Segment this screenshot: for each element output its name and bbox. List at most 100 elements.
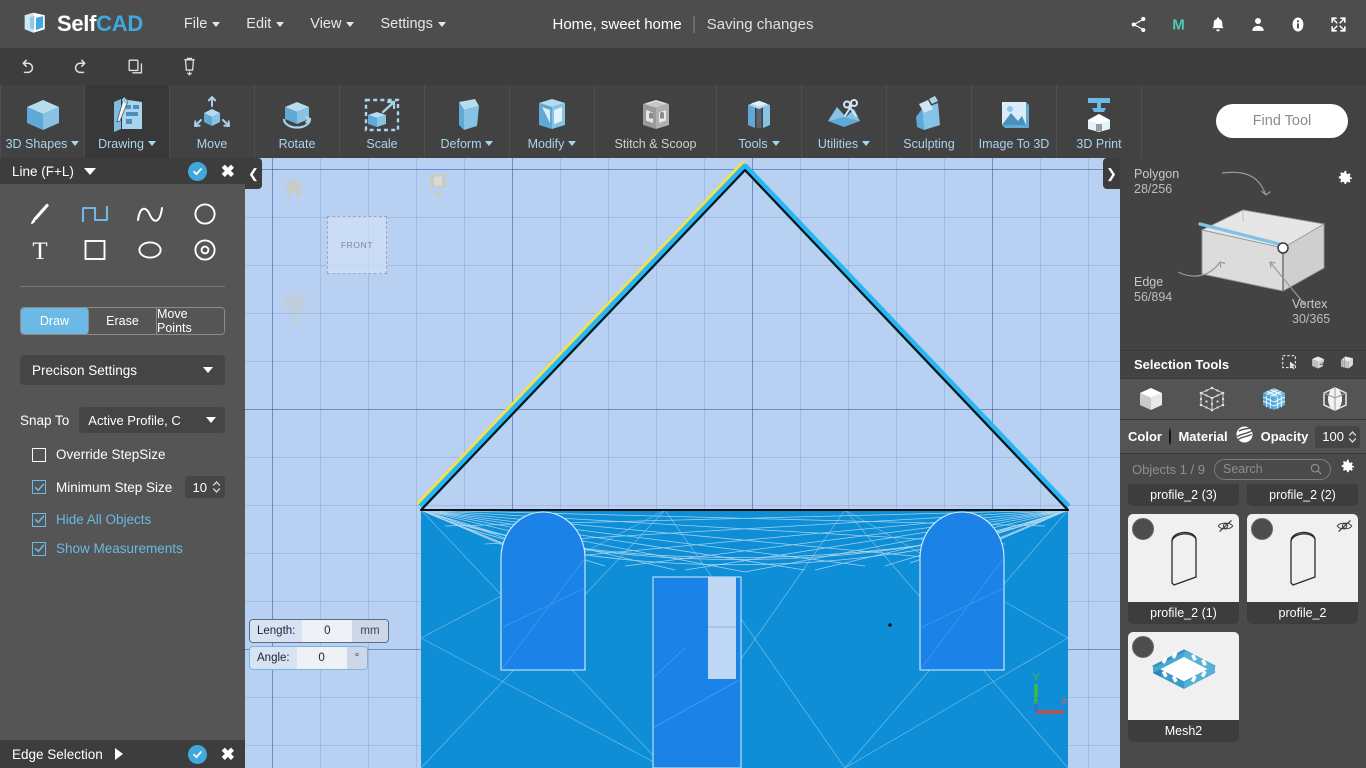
orbit-navigation-icon[interactable] bbox=[283, 291, 307, 332]
fullscreen-icon[interactable] bbox=[1328, 14, 1348, 34]
user-account-icon[interactable] bbox=[1248, 14, 1268, 34]
option-override-stepsize[interactable]: Override StepSize bbox=[32, 447, 225, 462]
close-x-icon[interactable]: ✖ bbox=[221, 163, 235, 180]
visibility-hidden-eye-icon[interactable] bbox=[1336, 519, 1353, 538]
object-mode-icon[interactable] bbox=[1128, 382, 1174, 416]
edge-selection-confirm-check-icon[interactable] bbox=[187, 744, 207, 764]
panel-collapse-triangle-icon[interactable] bbox=[83, 167, 96, 175]
tool-modify[interactable]: Modify bbox=[510, 85, 595, 158]
share-icon[interactable] bbox=[1128, 14, 1148, 34]
snap-to-dropdown[interactable]: Active Profile, C bbox=[79, 407, 225, 433]
tool-drawing[interactable]: Drawing bbox=[85, 85, 170, 158]
undo-button[interactable] bbox=[0, 48, 54, 85]
rectangle-select-icon[interactable] bbox=[1281, 354, 1298, 376]
show-measurements-checkbox[interactable] bbox=[32, 541, 46, 556]
delete-button[interactable] bbox=[162, 48, 216, 85]
concentric-circle-icon[interactable] bbox=[178, 234, 233, 266]
tool-move[interactable]: Move bbox=[170, 85, 255, 158]
objects-settings-gear-icon[interactable] bbox=[1340, 459, 1356, 480]
list-item[interactable]: profile_2 (1) bbox=[1128, 514, 1239, 624]
hide-all-objects-label: Hide All Objects bbox=[56, 512, 152, 527]
menu-file[interactable]: File bbox=[171, 10, 233, 38]
tool-sculpting[interactable]: Sculpting bbox=[887, 85, 972, 158]
edge-selection-close-x-icon[interactable]: ✖ bbox=[221, 746, 235, 763]
circle-icon[interactable] bbox=[178, 198, 233, 230]
collapse-right-panel-button[interactable]: ❯ bbox=[1103, 158, 1120, 189]
tool-3d-shapes[interactable]: 3D Shapes bbox=[0, 85, 85, 158]
document-title[interactable]: Home, sweet home bbox=[553, 16, 694, 33]
object-name: profile_2 bbox=[1247, 602, 1358, 624]
mode-erase-button[interactable]: Erase bbox=[89, 308, 157, 334]
length-value[interactable]: 0 bbox=[302, 620, 353, 642]
edge-label: Edge bbox=[1134, 275, 1164, 289]
vertex-mode-icon[interactable] bbox=[1189, 382, 1235, 416]
panel-expand-triangle-icon[interactable] bbox=[114, 748, 123, 760]
find-tool-input[interactable]: Find Tool bbox=[1216, 104, 1348, 138]
copy-button[interactable] bbox=[108, 48, 162, 85]
object-select-radio[interactable] bbox=[1132, 636, 1154, 658]
option-show-measurements[interactable]: Show Measurements bbox=[32, 541, 225, 556]
menu-view[interactable]: View bbox=[297, 10, 367, 38]
selfcad-logo[interactable]: SelfCAD bbox=[22, 10, 143, 38]
tool-scale[interactable]: Scale bbox=[340, 85, 425, 158]
svg-text:T: T bbox=[32, 238, 47, 263]
object-select-radio[interactable] bbox=[1132, 518, 1154, 540]
lasso-select-icon[interactable] bbox=[1338, 354, 1356, 376]
tool-image-to-3d[interactable]: Image To 3D bbox=[972, 85, 1057, 158]
objects-search-input[interactable]: Search bbox=[1213, 458, 1331, 480]
angle-measurement[interactable]: Angle: 0 ° bbox=[249, 646, 369, 670]
polygon-mode-icon[interactable] bbox=[1251, 382, 1297, 416]
left-panel-title: Line (F+L) bbox=[12, 163, 74, 179]
polyline-icon[interactable] bbox=[67, 198, 122, 230]
tool-deform[interactable]: Deform bbox=[425, 85, 510, 158]
menu-edit[interactable]: Edit bbox=[233, 10, 297, 38]
rectangle-icon[interactable] bbox=[67, 234, 122, 266]
edge-mode-icon[interactable] bbox=[1312, 382, 1358, 416]
material-sphere-icon[interactable] bbox=[1235, 425, 1254, 449]
list-item[interactable]: profile_2 bbox=[1247, 514, 1358, 624]
object-select-radio[interactable] bbox=[1251, 518, 1273, 540]
menu-settings[interactable]: Settings bbox=[367, 10, 458, 38]
minimum-step-size-checkbox[interactable] bbox=[32, 480, 46, 494]
object-thumbnail bbox=[1128, 514, 1239, 602]
ellipse-icon[interactable] bbox=[123, 234, 178, 266]
opacity-stepper[interactable]: 100 bbox=[1315, 425, 1360, 448]
confirm-check-icon[interactable] bbox=[187, 161, 207, 181]
tool-tools[interactable]: Tools bbox=[717, 85, 802, 158]
material-m-icon[interactable]: M bbox=[1168, 14, 1188, 34]
edge-selection-subpanel-header[interactable]: Edge Selection ✖ bbox=[0, 740, 245, 768]
color-swatch[interactable] bbox=[1168, 428, 1172, 445]
angle-value[interactable]: 0 bbox=[296, 647, 347, 669]
tool-3d-print[interactable]: 3D Print bbox=[1057, 85, 1142, 158]
curve-icon[interactable] bbox=[123, 198, 178, 230]
list-item[interactable]: profile_2 (2) bbox=[1247, 484, 1358, 506]
list-item[interactable]: Mesh2 bbox=[1128, 632, 1239, 742]
length-measurement[interactable]: Length: 0 mm bbox=[249, 619, 389, 643]
visibility-hidden-eye-icon[interactable] bbox=[1217, 519, 1234, 538]
minimum-step-size-stepper[interactable]: 10 bbox=[184, 476, 225, 498]
notifications-bell-icon[interactable] bbox=[1208, 14, 1228, 34]
3d-viewport[interactable]: FRONT ❮ ❯ Length: 0 mm Angle: 0 ° Y X Z bbox=[245, 158, 1120, 768]
document-title-area: Home, sweet home Saving changes bbox=[553, 15, 813, 33]
box-select-icon[interactable] bbox=[1309, 354, 1327, 376]
text-icon[interactable]: T bbox=[12, 234, 67, 266]
mode-move-points-button[interactable]: Move Points bbox=[157, 308, 224, 334]
option-minimum-step-size[interactable]: Minimum Step Size 10 bbox=[32, 476, 225, 498]
mode-draw-button[interactable]: Draw bbox=[21, 308, 89, 334]
objects-list[interactable]: profile_2 (3) profile_2 (2) profile_2 (1… bbox=[1120, 484, 1366, 768]
view-cube-front-face[interactable]: FRONT bbox=[327, 216, 387, 274]
hide-all-objects-checkbox[interactable] bbox=[32, 512, 46, 527]
tool-stitch-and-scoop[interactable]: Stitch & Scoop bbox=[595, 85, 717, 158]
collapse-left-panel-button[interactable]: ❮ bbox=[245, 158, 262, 189]
override-stepsize-checkbox[interactable] bbox=[32, 447, 46, 462]
precision-settings-dropdown[interactable]: Precison Settings bbox=[20, 355, 225, 385]
tool-utilities[interactable]: Utilities bbox=[802, 85, 887, 158]
redo-button[interactable] bbox=[54, 48, 108, 85]
option-hide-all-objects[interactable]: Hide All Objects bbox=[32, 512, 225, 527]
info-icon[interactable] bbox=[1288, 14, 1308, 34]
list-item[interactable]: profile_2 (3) bbox=[1128, 484, 1239, 506]
tool-rotate[interactable]: Rotate bbox=[255, 85, 340, 158]
home-view-icon[interactable] bbox=[283, 178, 305, 203]
freehand-brush-icon[interactable] bbox=[12, 198, 67, 230]
view-cube-top-icon[interactable] bbox=[427, 173, 449, 206]
